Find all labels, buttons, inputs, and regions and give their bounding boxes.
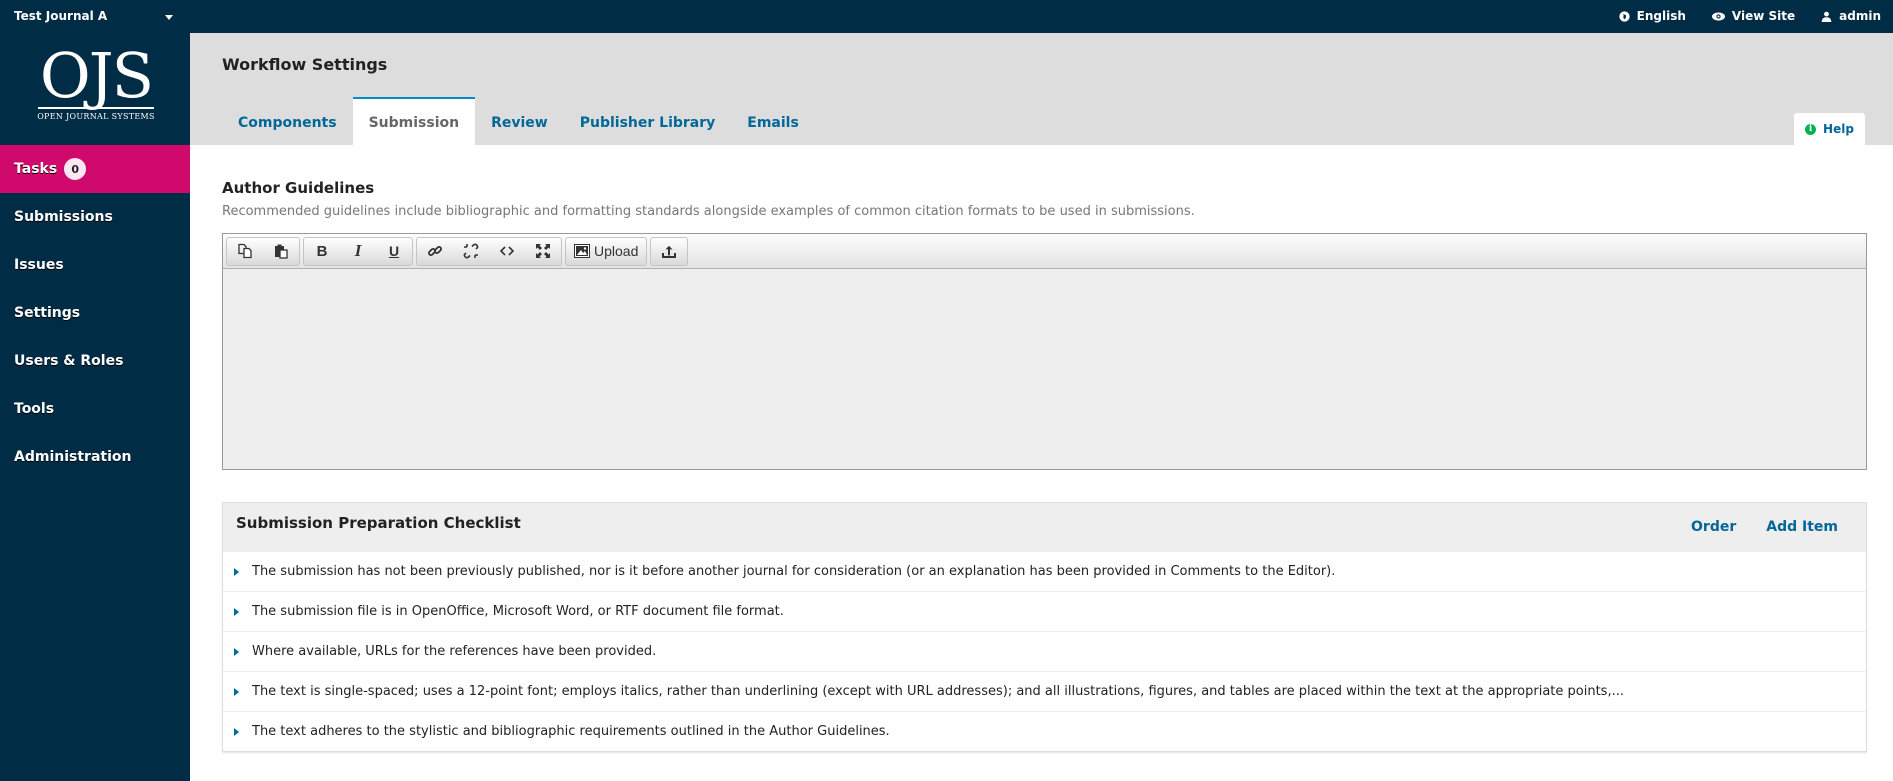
expand-arrow-icon[interactable] [234, 567, 239, 576]
sidebar-item-label: Submissions [14, 209, 113, 225]
checklist-row: Where available, URLs for the references… [223, 631, 1866, 671]
help-button[interactable]: i Help [1794, 113, 1865, 145]
image-icon [574, 244, 590, 258]
tab-components[interactable]: Components [222, 97, 353, 145]
checklist-actions: Order Add Item [1691, 519, 1838, 535]
bold-icon: B [316, 242, 328, 260]
expand-arrow-icon[interactable] [234, 647, 239, 656]
insert-group [416, 236, 562, 266]
sidebar-item-tasks[interactable]: Tasks 0 [0, 145, 190, 193]
expand-arrow-icon[interactable] [234, 607, 239, 616]
logo-text: OJS [39, 39, 154, 112]
sidebar-nav: Tasks 0 Submissions Issues Settings User… [0, 145, 190, 481]
editor-content-area[interactable] [223, 269, 1866, 469]
fullscreen-icon [536, 244, 550, 258]
code-icon [499, 246, 515, 256]
checklist-item-text: Where available, URLs for the references… [252, 644, 657, 659]
italic-button[interactable]: I [340, 238, 376, 265]
page-title: Workflow Settings [222, 55, 388, 74]
ojs-logo[interactable]: OJS OPEN JOURNAL SYSTEMS [36, 39, 156, 129]
view-site-label: View Site [1731, 9, 1796, 23]
journal-context-switcher[interactable]: Test Journal A [14, 9, 173, 23]
sidebar-item-label: Administration [14, 449, 132, 465]
sidebar-item-label: Issues [14, 257, 64, 273]
expand-arrow-icon[interactable] [234, 727, 239, 736]
view-site-link[interactable]: View Site [1711, 9, 1796, 23]
checklist-title: Submission Preparation Checklist [236, 514, 521, 532]
top-bar: Test Journal A English View Site admin [0, 0, 1893, 33]
sidebar-item-tools[interactable]: Tools [0, 385, 190, 433]
tab-publisher-library[interactable]: Publisher Library [564, 97, 732, 145]
editor-toolbar: B I U Upload [223, 234, 1866, 269]
sidebar-item-users-roles[interactable]: Users & Roles [0, 337, 190, 385]
globe-icon [1619, 10, 1630, 22]
sidebar-item-settings[interactable]: Settings [0, 289, 190, 337]
username-label: admin [1839, 9, 1881, 23]
import-button[interactable] [651, 238, 687, 265]
user-icon [1821, 11, 1832, 22]
logo-subtitle: OPEN JOURNAL SYSTEMS [37, 112, 155, 121]
submission-checklist: Submission Preparation Checklist Order A… [222, 502, 1867, 752]
sidebar-item-administration[interactable]: Administration [0, 433, 190, 481]
code-button[interactable] [489, 238, 525, 265]
import-group [650, 236, 689, 266]
underline-icon: U [388, 243, 400, 259]
upload-group: Upload [565, 236, 648, 266]
settings-tabs: Components Submission Review Publisher L… [222, 97, 815, 145]
caret-down-icon [165, 15, 173, 20]
help-label: Help [1823, 122, 1854, 136]
journal-name: Test Journal A [14, 9, 108, 23]
author-guidelines-description: Recommended guidelines include bibliogra… [222, 204, 1195, 219]
author-guidelines-editor: B I U Upload [222, 233, 1867, 470]
checklist-row: The text adheres to the stylistic and bi… [223, 711, 1866, 751]
sidebar-item-issues[interactable]: Issues [0, 241, 190, 289]
link-icon [428, 246, 442, 256]
clipboard-group [226, 236, 300, 266]
checklist-row: The text is single-spaced; uses a 12-poi… [223, 671, 1866, 711]
upload-label: Upload [594, 243, 639, 259]
tasks-count-badge: 0 [64, 158, 87, 180]
checklist-item-text: The text adheres to the stylistic and bi… [252, 724, 890, 739]
link-button[interactable] [417, 238, 453, 265]
info-icon: i [1805, 123, 1817, 135]
checklist-item-text: The text is single-spaced; uses a 12-poi… [252, 684, 1624, 699]
page-header: Workflow Settings Components Submission … [190, 33, 1893, 145]
language-link[interactable]: English [1619, 9, 1686, 23]
sidebar: OJS OPEN JOURNAL SYSTEMS Tasks 0 Submiss… [0, 33, 190, 781]
paste-button[interactable] [263, 238, 299, 265]
eye-icon [1711, 11, 1725, 21]
author-guidelines-title: Author Guidelines [222, 179, 375, 197]
language-label: English [1636, 9, 1686, 23]
upload-tray-icon [662, 245, 677, 258]
user-menu-link[interactable]: admin [1821, 9, 1881, 23]
fullscreen-button[interactable] [525, 238, 561, 265]
sidebar-item-label: Users & Roles [14, 353, 124, 369]
underline-button[interactable]: U [376, 238, 412, 265]
sidebar-item-submissions[interactable]: Submissions [0, 193, 190, 241]
copy-button[interactable] [227, 238, 263, 265]
checklist-header: Submission Preparation Checklist Order A… [223, 503, 1866, 551]
copy-icon [238, 243, 252, 259]
tab-emails[interactable]: Emails [731, 97, 815, 145]
checklist-row: The submission has not been previously p… [223, 551, 1866, 591]
checklist-row: The submission file is in OpenOffice, Mi… [223, 591, 1866, 631]
unlink-icon [463, 243, 479, 259]
user-nav: English View Site admin [1619, 9, 1881, 23]
paste-icon [275, 244, 288, 259]
checklist-item-text: The submission has not been previously p… [252, 564, 1336, 579]
format-group: B I U [303, 236, 413, 266]
italic-icon: I [354, 241, 362, 260]
expand-arrow-icon[interactable] [234, 687, 239, 696]
unlink-button[interactable] [453, 238, 489, 265]
tab-submission[interactable]: Submission [352, 97, 476, 145]
upload-button[interactable]: Upload [566, 238, 646, 265]
add-item-button[interactable]: Add Item [1766, 519, 1838, 535]
bold-button[interactable]: B [304, 238, 340, 265]
sidebar-item-label: Tools [14, 401, 55, 417]
sidebar-item-label: Settings [14, 305, 81, 321]
checklist-item-text: The submission file is in OpenOffice, Mi… [252, 604, 784, 619]
order-button[interactable]: Order [1691, 519, 1736, 535]
sidebar-item-label: Tasks [14, 161, 58, 177]
tab-review[interactable]: Review [475, 97, 564, 145]
